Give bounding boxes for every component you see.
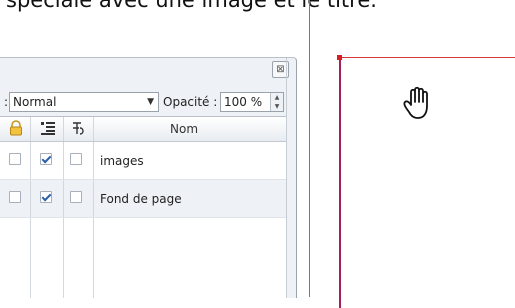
opacity-spinner[interactable]: ▲ ▼ [270, 93, 283, 111]
close-icon: ⊠ [276, 64, 285, 75]
layers-table: Nom images Fond de page [0, 116, 286, 298]
print-checkbox[interactable] [70, 191, 82, 203]
lock-checkbox[interactable] [9, 153, 21, 165]
mode-prefix: : [4, 95, 9, 109]
panel-edge [286, 58, 287, 298]
layer-name[interactable]: images [100, 154, 144, 168]
column-name-header: Nom [170, 122, 199, 136]
blend-mode-select[interactable]: Normal ▼ [9, 92, 159, 112]
layers-table-header: Nom [0, 117, 286, 142]
layer-name[interactable]: Fond de page [100, 192, 182, 206]
layers-panel: ⊠ : Normal ▼ Opacité : 100 % ▲ ▼ Nom ima… [0, 57, 297, 298]
page-corner-marker [337, 55, 342, 60]
layers-toolbar: : Normal ▼ Opacité : 100 % ▲ ▼ [0, 90, 286, 114]
blend-mode-value: Normal [13, 95, 57, 109]
visible-checkbox[interactable] [40, 191, 52, 203]
column-guide [309, 0, 310, 297]
lock-icon [8, 120, 24, 140]
layer-row[interactable]: Fond de page [0, 180, 286, 218]
print-flow-icon [71, 120, 87, 140]
chevron-down-icon: ▼ [147, 97, 154, 107]
opacity-value: 100 % [224, 95, 263, 109]
opacity-label: Opacité : [163, 95, 218, 109]
layers-list-icon [40, 120, 56, 140]
opacity-input[interactable]: 100 % ▲ ▼ [220, 92, 284, 112]
hand-icon [403, 86, 428, 119]
lock-checkbox[interactable] [9, 191, 21, 203]
layer-row[interactable]: images [0, 142, 286, 180]
print-checkbox[interactable] [70, 153, 82, 165]
visible-checkbox[interactable] [40, 153, 52, 165]
instruction-text: spéciale avec une image et le titre. [6, 0, 377, 12]
